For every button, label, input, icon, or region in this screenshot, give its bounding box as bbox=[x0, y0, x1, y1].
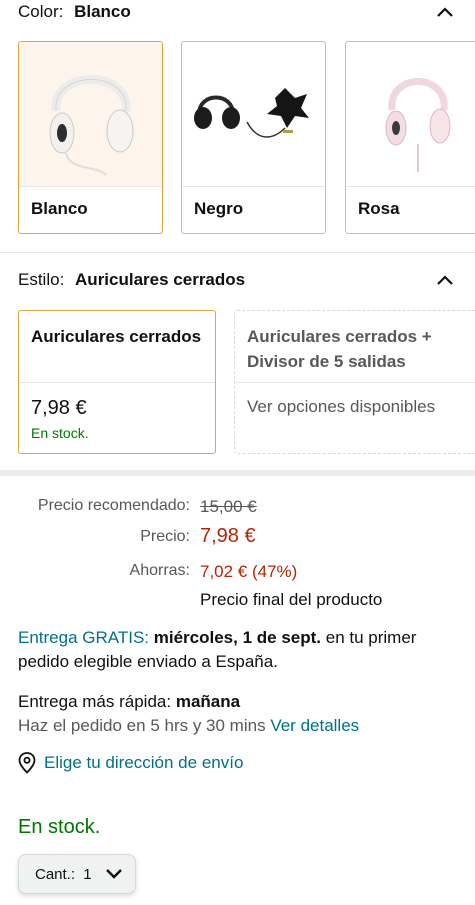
choose-address-text: Elige tu dirección de envío bbox=[44, 753, 244, 772]
style-header: Estilo: Auriculares cerrados bbox=[18, 266, 457, 294]
black-headphones-with-splitter-image bbox=[182, 42, 325, 186]
color-selected-value: Blanco bbox=[74, 2, 131, 21]
white-headphones-image bbox=[19, 42, 162, 186]
style-option-price: 7,98 € bbox=[31, 397, 87, 419]
color-label: Color: bbox=[18, 2, 64, 21]
style-option-title: Auriculares cerrados bbox=[31, 327, 202, 346]
color-header: Color: Blanco bbox=[18, 0, 457, 24]
price-label: Precio: bbox=[140, 528, 190, 545]
location-pin-icon bbox=[18, 752, 36, 774]
savings-label: Ahorras: bbox=[129, 562, 190, 579]
swatch-name: Negro bbox=[194, 199, 244, 218]
chevron-down-icon bbox=[105, 868, 123, 880]
style-option-info: Ver opciones disponibles bbox=[247, 397, 436, 416]
choose-address-link[interactable]: Elige tu dirección de envío bbox=[18, 752, 243, 774]
free-delivery-message: Entrega GRATIS: miércoles, 1 de sept. en… bbox=[18, 626, 457, 674]
color-swatch-negro[interactable]: Negro bbox=[181, 41, 326, 234]
final-price-note: Precio final del producto bbox=[200, 590, 383, 609]
see-details-link[interactable]: Ver detalles bbox=[270, 716, 359, 735]
availability-status: En stock. bbox=[18, 816, 101, 838]
rrp-value: 15,00 € bbox=[200, 497, 257, 516]
quantity-value: 1 bbox=[83, 865, 92, 883]
divider bbox=[0, 252, 475, 253]
color-swatch-blanco[interactable]: Blanco bbox=[18, 41, 163, 234]
swatch-name: Rosa bbox=[358, 199, 400, 218]
free-delivery-date: miércoles, 1 de sept. bbox=[153, 628, 321, 647]
collapse-style-chevron-up-icon[interactable] bbox=[433, 268, 457, 292]
pink-headphones-image bbox=[346, 42, 475, 186]
price-value: 7,98 € bbox=[200, 525, 256, 547]
section-divider bbox=[0, 470, 475, 476]
free-delivery-label: Entrega GRATIS: bbox=[18, 628, 150, 647]
style-option-auriculares-cerrados[interactable]: Auriculares cerrados 7,98 € En stock. bbox=[18, 310, 216, 454]
quantity-dropdown[interactable]: Cant.: 1 bbox=[18, 854, 136, 894]
fast-delivery-message: Entrega más rápida: mañana bbox=[18, 690, 457, 714]
fast-delivery-day: mañana bbox=[175, 692, 241, 711]
style-option-stock: En stock. bbox=[31, 425, 89, 441]
order-within-text: Haz el pedido en 5 hrs y 30 mins bbox=[18, 716, 266, 735]
quantity-label: Cant.: bbox=[35, 865, 76, 883]
savings-value: 7,02 € (47%) bbox=[200, 562, 298, 581]
style-option-auriculares-divisor[interactable]: Auriculares cerrados + Divisor de 5 sali… bbox=[234, 310, 475, 454]
color-swatch-rosa[interactable]: Rosa bbox=[345, 41, 475, 234]
style-label: Estilo: bbox=[18, 270, 65, 289]
collapse-color-chevron-up-icon[interactable] bbox=[433, 0, 457, 24]
swatch-name: Blanco bbox=[31, 199, 88, 218]
order-within-message: Haz el pedido en 5 hrs y 30 mins Ver det… bbox=[18, 714, 457, 738]
fast-delivery-label: Entrega más rápida: bbox=[18, 692, 172, 711]
rrp-label: Precio recomendado: bbox=[37, 497, 190, 514]
style-option-title: Auriculares cerrados + Divisor de 5 sali… bbox=[247, 327, 432, 371]
style-selected-value: Auriculares cerrados bbox=[75, 270, 246, 289]
